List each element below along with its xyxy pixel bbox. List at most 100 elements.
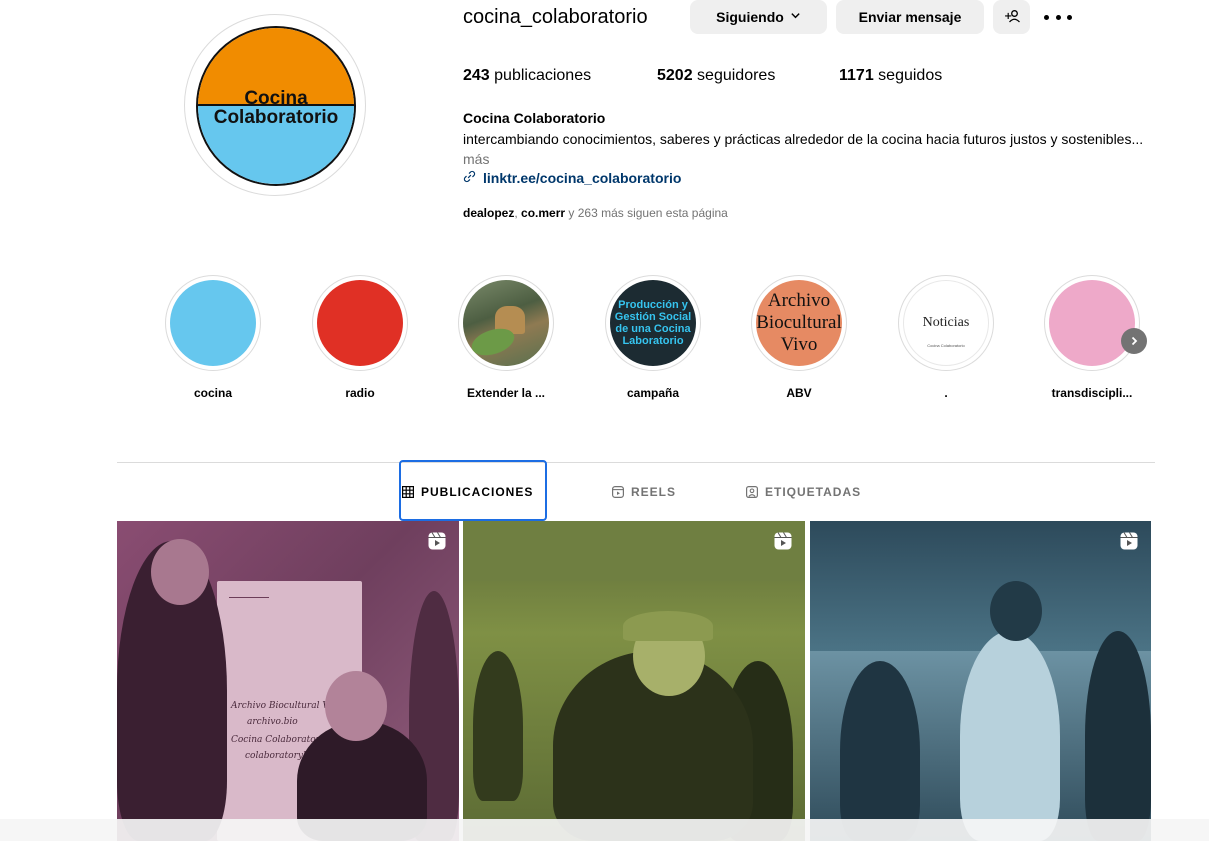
tabs-divider [117,462,1155,463]
bio-link-text: linktr.ee/cocina_colaboratorio [483,170,682,186]
tab-etiquetadas-label: ETIQUETADAS [765,485,862,499]
more-dot [1067,14,1072,20]
reels-icon [612,486,624,498]
hat-shape [623,611,713,641]
following-button[interactable]: Siguiendo [690,0,827,34]
highlight-ring: Archivo Biocultural Vivo [751,275,847,371]
reel-badge-icon [428,532,446,550]
follower-user2: co.merr [521,206,566,220]
grid-icon [402,486,414,498]
chevron-right-icon[interactable] [1121,328,1147,354]
more-options-icon[interactable] [1044,8,1072,26]
person-head-shape [325,671,387,741]
highlight-label: radio [345,386,375,400]
board-line [229,597,269,598]
highlight-cover-text: Noticias [922,315,970,330]
highlight-ring [312,275,408,371]
person-head-shape [990,581,1042,641]
highlight-cover-small-text: Cocina Colaboratorio [927,343,965,348]
highlight-ring [1044,275,1140,371]
person-shape [1085,631,1151,841]
followers-count: 5202 [657,67,693,84]
bottom-overlay-bar [0,819,1209,841]
profile-stats: 243 publicaciones 5202 seguidores 1171 s… [463,65,942,87]
highlight-abv[interactable]: Archivo Biocultural Vivo ABV [744,275,854,401]
abv-line2: Biocultural [756,312,842,333]
add-person-icon: + [1004,8,1020,27]
link-icon [463,168,483,188]
highlight-cover-text: Archivo Biocultural Vivo [756,290,841,356]
tagged-icon [746,486,758,498]
highlight-cover: Noticias Cocina Colaboratorio [903,280,989,366]
person-shape [473,651,523,801]
tab-publicaciones-label: PUBLICACIONES [421,485,534,499]
suggested-accounts-button[interactable]: + [993,0,1030,34]
highlight-cover [170,280,256,366]
abv-line3: Vivo [780,334,818,355]
highlight-extender[interactable]: Extender la ... [451,275,561,401]
reel-badge-icon [1120,532,1138,550]
tab-reels[interactable]: REELS [612,484,676,500]
highlight-ring [458,275,554,371]
highlight-cover [1049,280,1135,366]
highlight-label: Extender la ... [466,386,546,400]
highlight-cocina[interactable]: cocina [158,275,268,401]
grid-post[interactable] [463,521,805,841]
following-count: 1171 [839,67,874,84]
highlight-cover [317,280,403,366]
followers-stat[interactable]: 5202 seguidores [657,65,839,87]
tab-etiquetadas[interactable]: ETIQUETADAS [746,484,861,500]
person-shape [840,661,920,841]
posts-label: publicaciones [489,67,592,84]
profile-username: cocina_colaboratorio [463,6,648,28]
bio-name: Cocina Colaboratorio [463,110,606,126]
bio-text: intercambiando conocimientos, saberes y … [463,129,1173,169]
highlight-label: cocina [193,386,232,400]
bio-more-link[interactable]: más [463,151,489,167]
grid-post[interactable] [810,521,1151,841]
grid-post[interactable]: Archivo Biocultural Vivo archivo.bio Coc… [117,521,459,841]
send-message-button[interactable]: Enviar mensaje [836,0,984,34]
bio-body: intercambiando conocimientos, saberes y … [463,131,1144,147]
highlight-label: campaña [626,386,680,400]
highlight-cover: Producción y Gestión Social de una Cocin… [610,280,696,366]
bio-external-link[interactable]: linktr.ee/cocina_colaboratorio [463,168,681,188]
chevron-down-icon [790,10,801,24]
highlight-cover-text: Producción y Gestión Social de una Cocin… [614,299,692,347]
highlight-noticias[interactable]: Noticias Cocina Colaboratorio . [891,275,1001,401]
avatar-text-line1: Cocina [244,88,308,109]
followers-label: seguidores [692,67,776,84]
following-stat[interactable]: 1171 seguidos [839,65,942,87]
highlight-radio[interactable]: radio [305,275,415,401]
more-dot [1055,14,1061,20]
highlight-label: . [944,386,948,400]
profile-avatar[interactable]: Cocina Colaboratorio [196,26,356,186]
highlight-cover-photo [463,280,549,366]
more-dot [1044,14,1049,20]
highlight-ring: Noticias Cocina Colaboratorio [898,275,994,371]
highlight-label: ABV [786,386,812,400]
highlight-label: transdiscipli... [1051,386,1133,400]
highlight-campana[interactable]: Producción y Gestión Social de una Cocin… [598,275,708,401]
followed-by-text[interactable]: dealopez, co.merr y 263 más siguen esta … [463,205,728,221]
posts-count: 243 [463,67,490,84]
reel-badge-icon [774,532,792,550]
highlight-cover: Archivo Biocultural Vivo [756,280,842,366]
tab-reels-label: REELS [631,485,677,499]
tab-publicaciones[interactable]: PUBLICACIONES [402,484,533,500]
following-button-label: Siguiendo [716,9,784,25]
abv-line1: Archivo [767,290,831,311]
send-message-label: Enviar mensaje [858,9,962,25]
post-background [463,521,805,581]
followed-by-rest: y 263 más siguen esta página [565,206,728,220]
posts-stat: 243 publicaciones [463,65,657,87]
board-text: archivo.bio [247,717,298,727]
post-background [810,521,1151,651]
follower-user1: dealopez [463,206,515,220]
following-label: seguidos [873,67,943,84]
person-shape [960,631,1060,841]
highlight-ring: Producción y Gestión Social de una Cocin… [605,275,701,371]
avatar-text-line2: Colaboratorio [213,107,339,128]
person-head-shape [151,539,209,605]
highlight-ring [165,275,261,371]
